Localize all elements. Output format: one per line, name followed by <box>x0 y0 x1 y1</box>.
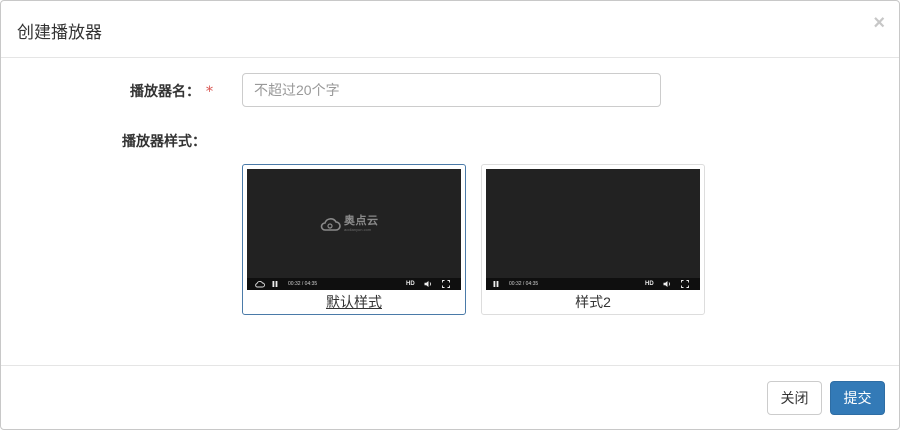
dialog-title: 创建播放器 <box>17 23 102 42</box>
cloud-icon <box>320 218 341 231</box>
fullscreen-icon[interactable] <box>442 280 450 288</box>
style-option-label-text: 样式2 <box>575 294 611 310</box>
style-option-label-text: 默认样式 <box>326 294 382 310</box>
create-player-dialog: 创建播放器 × 播放器名： * 播放器样式： 奥点云 aodianyun.com <box>0 0 900 430</box>
logo-text: 奥点云 <box>344 215 379 227</box>
submit-button[interactable]: 提交 <box>830 381 885 415</box>
pause-icon[interactable] <box>272 280 278 288</box>
volume-icon[interactable] <box>424 280 433 288</box>
logo-subtext: aodianyun.com <box>344 227 372 232</box>
player-name-input[interactable] <box>242 73 661 107</box>
player-name-label: 播放器名： * <box>130 81 213 101</box>
player-logo: 奥点云 aodianyun.com <box>319 216 379 232</box>
player-name-label-text: 播放器名： <box>130 84 200 100</box>
player-control-bar: 00:32 / 04:35 HD <box>486 278 700 290</box>
style-option-2[interactable]: 00:32 / 04:35 HD 样式2 <box>481 164 705 315</box>
playback-time: 00:32 / 04:35 <box>288 281 318 287</box>
pause-icon[interactable] <box>493 280 499 288</box>
cloud-icon <box>255 281 265 288</box>
style-option-label: 默认样式 <box>243 292 465 312</box>
player-style-label: 播放器样式： <box>122 134 206 150</box>
hd-toggle[interactable]: HD <box>406 280 415 288</box>
style-option-default[interactable]: 奥点云 aodianyun.com 00:32 / 04:35 HD 默认样式 <box>242 164 466 315</box>
fullscreen-icon[interactable] <box>681 280 689 288</box>
close-button[interactable]: 关闭 <box>767 381 822 415</box>
player-control-bar: 00:32 / 04:35 HD <box>247 278 461 290</box>
dialog-footer: 关闭 提交 <box>1 365 899 430</box>
player-preview: 奥点云 aodianyun.com 00:32 / 04:35 HD <box>247 169 461 290</box>
player-preview: 00:32 / 04:35 HD <box>486 169 700 290</box>
dialog-header: 创建播放器 × <box>1 1 899 58</box>
hd-toggle[interactable]: HD <box>645 280 654 288</box>
style-option-label: 样式2 <box>482 292 704 312</box>
playback-time: 00:32 / 04:35 <box>509 281 539 287</box>
close-icon[interactable]: × <box>873 13 885 33</box>
required-mark: * <box>206 84 213 100</box>
volume-icon[interactable] <box>663 280 672 288</box>
